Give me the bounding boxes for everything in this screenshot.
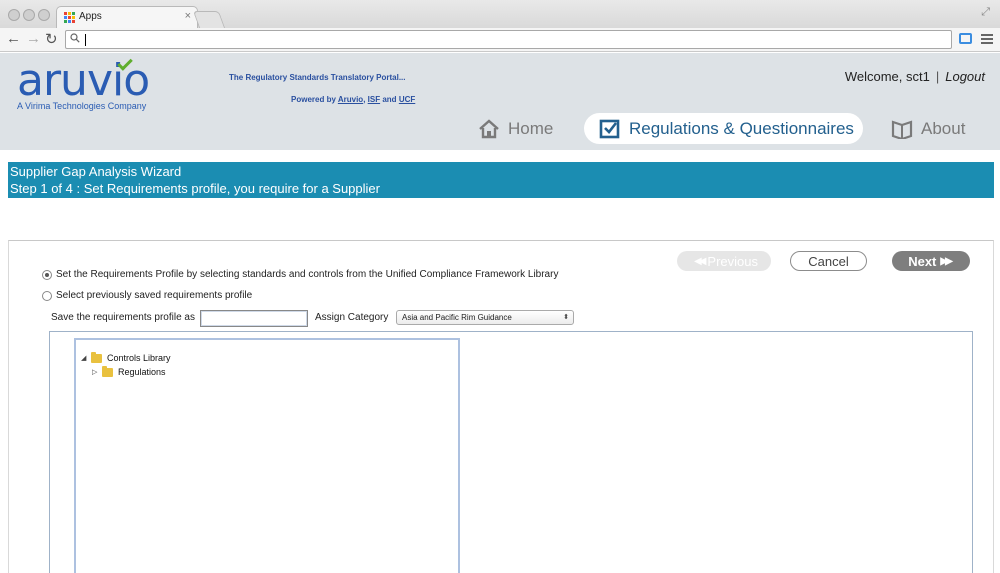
browser-tabstrip: Apps × ⤢ [0, 0, 1000, 28]
user-welcome: Welcome, sct1 | Logout [845, 69, 985, 84]
tree-node-controls-library[interactable]: ◢ Controls Library [81, 351, 171, 363]
nav-regulations[interactable]: Regulations & Questionnaires [584, 113, 863, 144]
wizard-title: Supplier Gap Analysis Wizard [10, 164, 182, 179]
apps-grid-icon [64, 12, 75, 23]
radio-saved-profile[interactable] [42, 290, 52, 301]
controls-container: ◢ Controls Library ▷ Regulations [49, 331, 973, 573]
close-window-button[interactable] [8, 9, 20, 21]
text-cursor [85, 34, 86, 46]
tree-expanded-icon[interactable]: ◢ [81, 354, 91, 362]
minimize-window-button[interactable] [23, 9, 35, 21]
controls-tree: ◢ Controls Library ▷ Regulations [74, 338, 460, 573]
powered-by-comma: , [363, 95, 366, 104]
checkbox-icon [599, 119, 620, 138]
fullscreen-icon[interactable]: ⤢ [981, 6, 990, 19]
previous-label: Previous [707, 253, 758, 269]
wizard-step: Step 1 of 4 : Set Requirements profile, … [10, 181, 380, 196]
aruvio-link[interactable]: Aruvio [338, 95, 363, 104]
save-profile-input[interactable] [200, 310, 308, 327]
forward-arrow-icon[interactable]: → [26, 30, 41, 47]
option-ucf-library-label: Set the Requirements Profile by selectin… [56, 269, 559, 280]
new-tab-button[interactable] [192, 11, 226, 28]
reload-icon[interactable]: ↻ [45, 30, 58, 48]
next-label: Next [908, 253, 937, 269]
select-arrows-icon: ⬍ [563, 314, 569, 321]
powered-by-and: and [382, 95, 397, 104]
logo-subtitle: A Virima Technologies Company [17, 101, 147, 111]
category-select[interactable]: Asia and Pacific Rim Guidance ⬍ [396, 310, 574, 325]
nav-about[interactable]: About [891, 113, 965, 144]
maximize-window-button[interactable] [38, 9, 50, 21]
folder-icon [91, 351, 102, 363]
portal-tagline: The Regulatory Standards Translatory Por… [229, 73, 406, 82]
extension-icon[interactable] [959, 33, 972, 44]
browser-menu-icon[interactable] [981, 34, 993, 46]
double-right-arrow-icon: ▶▶ [940, 255, 953, 267]
welcome-text: Welcome, sct1 [844, 69, 930, 84]
tree-collapsed-icon[interactable]: ▷ [92, 368, 102, 376]
double-left-arrow-icon: ◀◀ [694, 255, 707, 267]
search-icon [70, 33, 80, 43]
browser-tab[interactable]: Apps × [56, 6, 198, 28]
aruvio-logo[interactable]: aruvio [17, 59, 150, 103]
address-bar[interactable] [65, 30, 952, 49]
back-arrow-icon[interactable]: ← [6, 30, 21, 47]
tab-close-icon[interactable]: × [185, 10, 191, 22]
assign-category-label: Assign Category [315, 312, 389, 323]
wizard-panel: ◀◀ Previous Cancel Next ▶▶ Set the Requi… [8, 240, 994, 573]
book-icon [891, 119, 913, 139]
category-value: Asia and Pacific Rim Guidance [402, 313, 512, 322]
site-header: aruvio A Virima Technologies Company The… [0, 53, 1000, 150]
cancel-label: Cancel [808, 253, 849, 269]
logout-link[interactable]: Logout [945, 69, 985, 84]
browser-toolbar: ← → ↻ [0, 28, 1000, 52]
powered-by-prefix: Powered by [291, 95, 336, 104]
isf-link[interactable]: ISF [368, 95, 380, 104]
next-button[interactable]: Next ▶▶ [892, 251, 970, 271]
save-profile-label: Save the requirements profile as [51, 312, 195, 323]
nav-home-label: Home [508, 118, 554, 138]
tree-node-label: Controls Library [107, 353, 171, 363]
option-saved-profile-label: Select previously saved requirements pro… [56, 290, 253, 301]
nav-about-label: About [921, 118, 966, 138]
option-saved-profile[interactable]: Select previously saved requirements pro… [42, 290, 252, 301]
home-icon [479, 118, 499, 138]
ucf-link[interactable]: UCF [399, 95, 415, 104]
option-ucf-library[interactable]: Set the Requirements Profile by selectin… [42, 269, 558, 280]
tree-node-label: Regulations [118, 367, 166, 377]
nav-home[interactable]: Home [478, 113, 553, 144]
welcome-separator: | [935, 69, 940, 84]
nav-regulations-label: Regulations & Questionnaires [629, 118, 854, 138]
cancel-button[interactable]: Cancel [790, 251, 867, 271]
folder-icon [102, 365, 113, 377]
radio-ucf-library[interactable] [42, 269, 52, 280]
powered-by: Powered by Aruvio, ISF and UCF [291, 95, 415, 104]
wizard-banner: Supplier Gap Analysis Wizard Step 1 of 4… [8, 162, 994, 198]
previous-button[interactable]: ◀◀ Previous [677, 251, 771, 271]
tree-node-regulations[interactable]: ▷ Regulations [92, 365, 166, 377]
tab-title: Apps [79, 11, 102, 22]
